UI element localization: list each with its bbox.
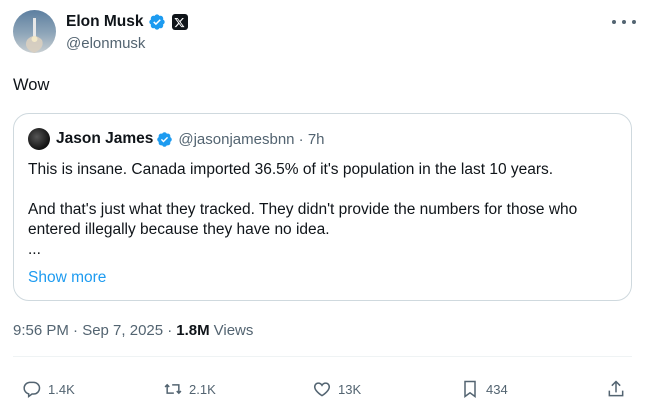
quoted-author-name: Jason James xyxy=(56,130,154,147)
quoted-text-line-2: And that's just what they tracked. They … xyxy=(28,201,578,238)
show-more-link[interactable]: Show more xyxy=(28,269,106,287)
reply-icon xyxy=(23,381,41,398)
more-options-icon[interactable] xyxy=(612,14,636,30)
rocket-launch-image xyxy=(25,18,43,53)
tweet-timestamp[interactable]: 9:56 PM · Sep 7, 2025 · xyxy=(13,322,172,339)
reply-count: 1.4K xyxy=(48,381,75,397)
quoted-text-ellipsis: ... xyxy=(28,241,41,258)
divider xyxy=(13,356,632,357)
quoted-text-line-1: This is insane. Canada imported 36.5% of… xyxy=(28,161,554,178)
quoted-tweet-body: This is insane. Canada imported 36.5% of… xyxy=(28,160,618,260)
tweet-meta: 9:56 PM · Sep 7, 2025 · 1.8M Views xyxy=(13,322,253,339)
repost-icon xyxy=(164,383,182,395)
heart-icon xyxy=(313,382,331,397)
views-count: 1.8M xyxy=(176,322,210,339)
author-name-row: Elon Musk xyxy=(66,12,188,32)
tweet-text: Wow xyxy=(13,76,50,94)
repost-button[interactable]: 2.1K xyxy=(163,374,216,404)
reply-button[interactable]: 1.4K xyxy=(22,374,75,404)
bookmark-icon xyxy=(464,380,476,398)
verified-badge-icon xyxy=(157,131,173,147)
quoted-author-handle-time: @jasonjamesbnn · 7h xyxy=(178,130,325,148)
quoted-tweet[interactable]: Jason James @jasonjamesbnn · 7h This is … xyxy=(13,113,632,301)
quoted-author-avatar xyxy=(28,128,50,150)
author-name[interactable]: Elon Musk xyxy=(66,13,144,31)
like-count: 13K xyxy=(338,381,362,397)
tweet-actions: 1.4K 2.1K 13K 434 xyxy=(0,374,650,404)
verified-badge-icon xyxy=(148,14,165,30)
share-button[interactable] xyxy=(606,374,626,404)
author-avatar[interactable] xyxy=(13,10,56,53)
quoted-tweet-header: Jason James @jasonjamesbnn · 7h xyxy=(28,128,325,150)
share-icon xyxy=(608,380,624,397)
bookmark-button[interactable]: 434 xyxy=(460,374,508,404)
x-logo-icon[interactable] xyxy=(171,14,188,30)
views-label: Views xyxy=(213,322,254,339)
repost-count: 2.1K xyxy=(189,381,216,397)
like-button[interactable]: 13K xyxy=(312,374,361,404)
bookmark-count: 434 xyxy=(486,381,508,397)
author-handle[interactable]: @elonmusk xyxy=(66,35,145,52)
